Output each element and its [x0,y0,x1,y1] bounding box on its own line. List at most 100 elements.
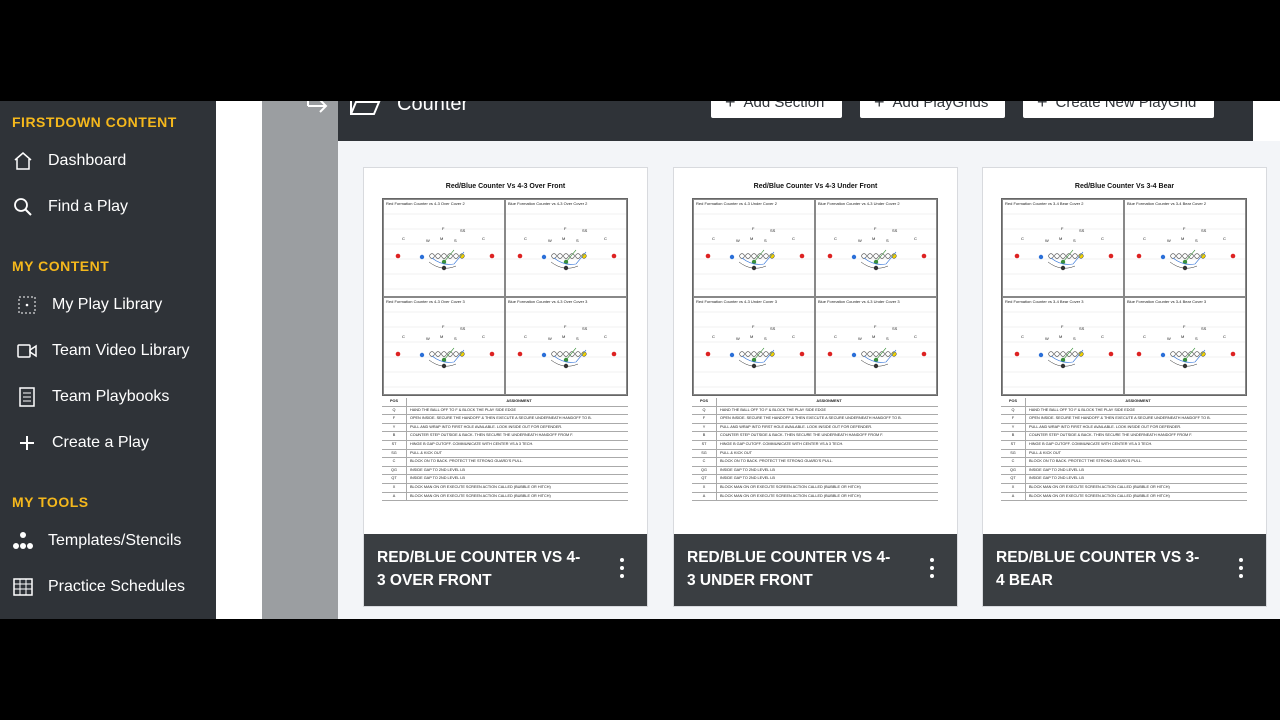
svg-text:F: F [442,226,445,231]
nodes-icon [12,530,34,552]
sheet-title: Red/Blue Counter Vs 3-4 Bear [1074,183,1175,190]
svg-text:C: C [482,236,485,241]
svg-text:S: S [886,336,889,341]
table-row: SG PULL & KICK OUT [692,449,938,459]
play-diagram: Blue Formation Counter vs 3-4 Bear Cover… [1124,199,1246,297]
gutter-panel [262,101,338,619]
playgrid-card[interactable]: Red/Blue Counter Vs 4-3 Over Front Red Fo… [364,168,647,606]
play-diagram: Red Formation Counter vs 4-3 Over Cover … [383,297,505,395]
svg-text:M: M [750,236,753,241]
card-menu-icon[interactable] [1238,558,1244,580]
table-row: A BLOCK MAN ON OR EXECUTE SCREEN ACTION C… [1001,492,1247,502]
svg-text:SS: SS [1201,228,1207,233]
svg-text:C: C [604,236,607,241]
add-playgrids-button[interactable]: + Add PlayGrids [860,101,1005,118]
svg-text:SS: SS [892,326,898,331]
svg-text:C: C [712,236,715,241]
playgrid-card[interactable]: Red/Blue Counter Vs 3-4 Bear Red Formatio… [983,168,1266,606]
svg-text:W: W [426,336,430,341]
page-title: Counter [397,101,469,115]
play-diagram: Blue Formation Counter vs 4-3 Over Cover… [505,297,627,395]
playgrid-thumbnail[interactable]: Red/Blue Counter Vs 4-3 Over Front Red Fo… [364,168,647,533]
sidebar-item-label: Team Video Library [52,342,190,359]
table-header-row: POS ASSIGNMENT [382,398,628,407]
svg-text:SS: SS [1201,326,1207,331]
svg-text:C: C [712,334,715,339]
svg-text:C: C [604,334,607,339]
svg-text:S: S [1195,238,1198,243]
card-footer: Red/Blue Counter Vs 4-3 Under Front [674,534,957,606]
svg-text:M: M [562,334,565,339]
svg-text:F: F [1183,226,1186,231]
table-row: F OPEN INSIDE. SECURE THE HANDOFF & THEN … [1001,415,1247,424]
playgrid-card[interactable]: Red/Blue Counter Vs 4-3 Under Front Red F… [674,168,957,606]
svg-text:SS: SS [1079,228,1085,233]
card-title[interactable]: Red/Blue Counter Vs 3-4 Bear [996,546,1206,592]
sidebar-item-practice-schedules[interactable]: Practice Schedules [12,572,185,602]
svg-text:SS: SS [582,228,588,233]
create-new-playgrid-button[interactable]: + Create New PlayGrid [1023,101,1214,118]
sidebar-item-team-playbooks[interactable]: Team Playbooks [16,382,169,412]
card-menu-icon[interactable] [619,558,625,580]
sidebar-edge [216,101,262,619]
card-title[interactable]: Red/Blue Counter Vs 4-3 Under Front [687,546,897,592]
svg-text:M: M [1059,334,1062,339]
table-header-row: POS ASSIGNMENT [692,398,938,407]
svg-text:S: S [764,238,767,243]
expand-arrow-icon[interactable] [306,101,330,121]
sidebar-item-dashboard[interactable]: Dashboard [12,146,126,176]
sidebar-item-label: My Play Library [52,296,163,313]
table-row: X BLOCK MAN ON OR EXECUTE SCREEN ACTION C… [1001,483,1247,493]
table-row: QT INSIDE GAP TO 2ND LEVEL LB [692,475,938,484]
section-my-content: MY CONTENT [12,258,110,274]
svg-text:C: C [1101,236,1104,241]
svg-text:M: M [872,236,875,241]
plus-icon: + [725,101,736,112]
svg-text:C: C [402,236,405,241]
playgrid-thumbnail[interactable]: Red/Blue Counter Vs 4-3 Under Front Red F… [674,168,957,533]
table-row: Q HAND THE BALL OFF TO F & BLOCK THE PLAY… [692,406,938,416]
sidebar-item-create-a-play[interactable]: Create a Play [16,428,149,458]
playgrid-thumbnail[interactable]: Red/Blue Counter Vs 3-4 Bear Red Formatio… [983,168,1266,533]
table-row: Q HAND THE BALL OFF TO F & BLOCK THE PLAY… [382,406,628,416]
table-row: Y PULL AND WRAP INTO FIRST HOLE AVAILABLE… [1001,423,1247,433]
table-row: A BLOCK MAN ON OR EXECUTE SCREEN ACTION C… [692,492,938,502]
more-menu-icon[interactable] [1268,101,1272,110]
sidebar-item-my-play-library[interactable]: My Play Library [16,290,162,320]
svg-text:C: C [1021,236,1024,241]
sidebar-item-find-a-play[interactable]: Find a Play [12,192,128,222]
svg-text:S: S [1195,336,1198,341]
play-diagram: Red Formation Counter vs 3-4 Bear Cover … [1002,297,1124,395]
svg-text:F: F [874,324,877,329]
dotted-grid-icon [16,294,38,316]
play-diagram: Red Formation Counter vs 4-3 Under Cover… [693,199,815,297]
svg-text:W: W [858,238,862,243]
table-row: QG INSIDE GAP TO 2ND LEVEL LB [692,466,938,476]
sidebar-item-team-video-library[interactable]: Team Video Library [16,336,190,366]
svg-text:S: S [576,238,579,243]
svg-text:F: F [1061,226,1064,231]
svg-text:W: W [548,336,552,341]
svg-text:W: W [736,336,740,341]
sheet-title: Red/Blue Counter Vs 4-3 Over Front [445,183,566,190]
plus-icon: + [874,101,885,112]
svg-text:W: W [736,238,740,243]
svg-text:S: S [576,336,579,341]
svg-text:F: F [874,226,877,231]
svg-text:SS: SS [892,228,898,233]
sidebar-item-templates-stencils[interactable]: Templates/Stencils [12,526,181,556]
card-title[interactable]: Red/Blue Counter Vs 4-3 Over Front [377,546,587,592]
svg-text:M: M [872,334,875,339]
svg-text:C: C [1143,334,1146,339]
svg-text:S: S [454,336,457,341]
svg-text:W: W [548,238,552,243]
close-icon[interactable]: × [1226,101,1235,107]
svg-text:S: S [454,238,457,243]
table-row: C BLOCK ON TO BACK. PROTECT THE STRONG GU… [382,458,628,467]
svg-text:S: S [764,336,767,341]
play-diagram: Blue Formation Counter vs 4-3 Under Cove… [815,297,937,395]
card-menu-icon[interactable] [929,558,935,580]
play-diagram: Red Formation Counter vs 4-3 Under Cover… [693,297,815,395]
table-row: QG INSIDE GAP TO 2ND LEVEL LB [1001,466,1247,476]
add-section-button[interactable]: + Add Section [711,101,842,118]
